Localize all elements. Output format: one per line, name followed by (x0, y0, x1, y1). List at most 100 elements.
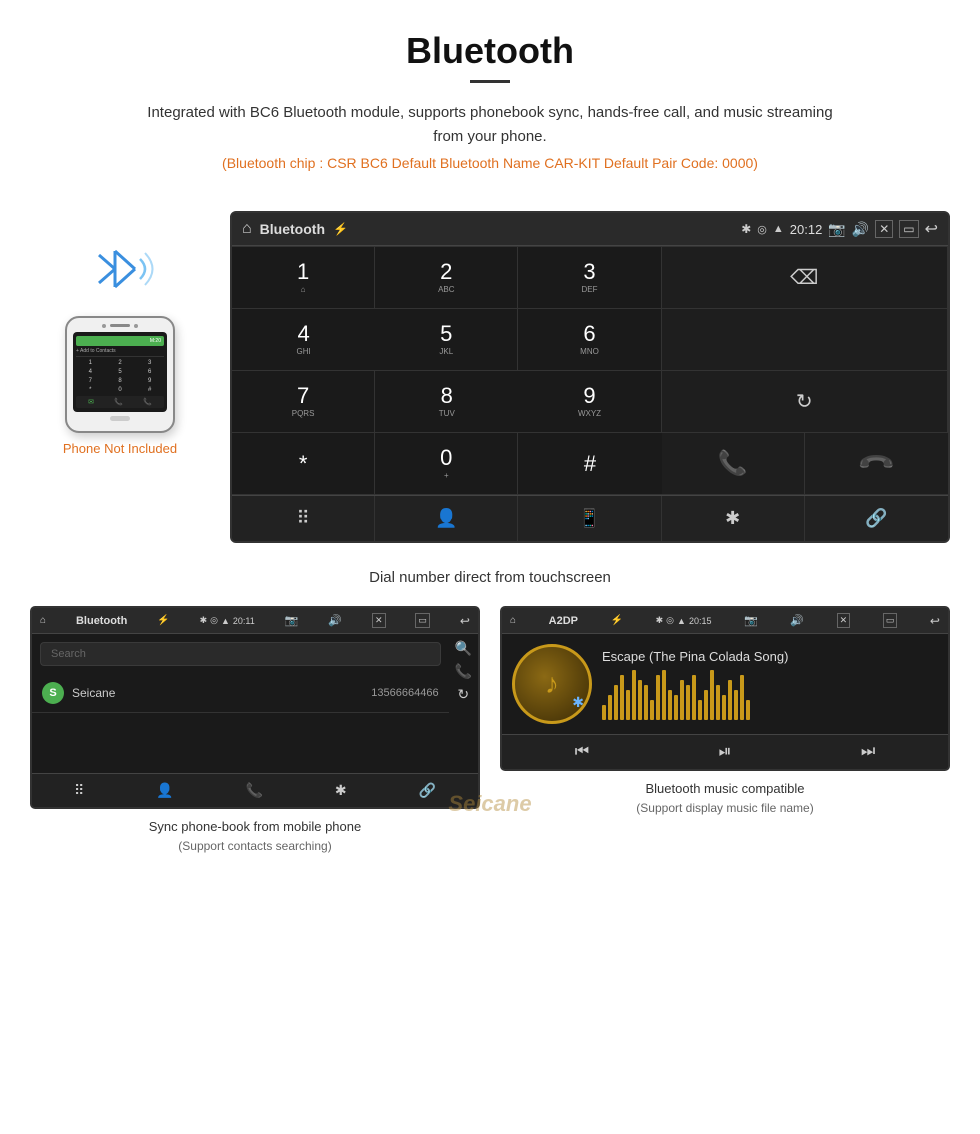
music-status-icons: ✱◎▲ 20:15 (656, 615, 712, 626)
contact-row[interactable]: S Seicane 13566664466 (32, 674, 449, 713)
bluetooth-specs: (Bluetooth chip : CSR BC6 Default Blueto… (20, 155, 960, 171)
phonebook-content: Search S Seicane 13566664466 🔍 📞 ↻ (32, 634, 478, 773)
contact-number: 13566664466 (371, 687, 438, 699)
phonebook-camera-icon[interactable]: 📷 (285, 614, 299, 627)
music-back-icon[interactable]: ↩ (930, 614, 940, 628)
contacts-tab[interactable]: 👤 (375, 496, 518, 541)
bottom-screenshots-wrapper: ⌂ Bluetooth ⚡ ✱◎▲ 20:11 📷 🔊 ✕ ▭ ↩ (0, 606, 980, 865)
music-home-icon[interactable]: ⌂ (510, 615, 516, 626)
calls-tab[interactable]: 📱 (518, 496, 661, 541)
title-underline (470, 80, 510, 83)
backspace-button[interactable]: ⌫ (790, 265, 818, 290)
pb-calls-icon[interactable]: 📞 (246, 782, 263, 799)
time-display: 20:12 (790, 222, 823, 237)
camera-icon[interactable]: 📷 (828, 221, 845, 238)
vis-bar (668, 690, 672, 720)
window-icon[interactable]: ▭ (899, 220, 918, 238)
dial-9[interactable]: 9 WXYZ (518, 371, 661, 433)
music-caption: Bluetooth music compatible (Support disp… (636, 779, 813, 817)
dial-5[interactable]: 5 JKL (375, 309, 518, 371)
phonebook-window-icon[interactable]: ▭ (415, 613, 430, 628)
next-track-button[interactable]: ⏭ (861, 743, 875, 761)
calls-icon: 📱 (578, 508, 600, 529)
phone-mockup: M:20 + Add to Contacts 123 456 789 *0# ✉… (65, 316, 175, 433)
music-title: A2DP (549, 615, 578, 627)
vis-bar (662, 670, 666, 720)
call-right-icon[interactable]: 📞 (455, 663, 472, 680)
phone-not-included-label: Phone Not Included (63, 441, 177, 456)
vis-bar (710, 670, 714, 720)
search-right-icon[interactable]: 🔍 (455, 640, 472, 657)
music-topbar: ⌂ A2DP ⚡ ✱◎▲ 20:15 📷 🔊 ✕ ▭ ↩ (502, 608, 948, 634)
call-button[interactable]: 📞 (662, 433, 805, 495)
music-screen: ⌂ A2DP ⚡ ✱◎▲ 20:15 📷 🔊 ✕ ▭ ↩ ♪ (500, 606, 950, 771)
phonebook-status-icons: ✱◎▲ 20:11 (200, 615, 255, 626)
vis-bar (626, 690, 630, 720)
phone-screen: M:20 + Add to Contacts 123 456 789 *0# ✉… (73, 332, 167, 412)
vis-bar (614, 685, 618, 720)
bluetooth-badge-icon: ✱ (572, 694, 584, 711)
dial-hash[interactable]: # (518, 433, 661, 495)
display-area-1: ⌫ (662, 247, 948, 309)
dial-2[interactable]: 2 ABC (375, 247, 518, 309)
vis-bar (650, 700, 654, 720)
search-bar[interactable]: Search (40, 642, 441, 666)
home-icon[interactable]: ⌂ (242, 220, 252, 238)
end-call-button[interactable]: 📞 (805, 433, 948, 495)
car-topbar: ⌂ Bluetooth ⚡ ✱ ◎ ▲ 20:12 📷 🔊 ✕ ▭ ↩ (232, 213, 948, 246)
music-note-icon: ♪ (545, 668, 559, 700)
pb-bluetooth-icon[interactable]: ✱ (335, 782, 347, 799)
link-tab[interactable]: 🔗 (805, 496, 948, 541)
vis-bar (746, 700, 750, 720)
volume-icon[interactable]: 🔊 (852, 221, 869, 238)
contacts-icon: 👤 (435, 508, 457, 529)
vis-bar (698, 700, 702, 720)
phonebook-container: ⌂ Bluetooth ⚡ ✱◎▲ 20:11 📷 🔊 ✕ ▭ ↩ (30, 606, 480, 855)
back-icon[interactable]: ↩ (925, 219, 938, 239)
close-icon[interactable]: ✕ (875, 220, 893, 238)
link-icon: 🔗 (865, 508, 887, 529)
dial-4[interactable]: 4 GHI (232, 309, 375, 371)
vis-bar (728, 680, 732, 720)
dial-3[interactable]: 3 DEF (518, 247, 661, 309)
contact-avatar: S (42, 682, 64, 704)
music-window-icon[interactable]: ▭ (883, 613, 898, 628)
dial-1[interactable]: 1 ⌂ (232, 247, 375, 309)
dial-6[interactable]: 6 MNO (518, 309, 661, 371)
car-bottom-toolbar: ⠿ 👤 📱 ✱ 🔗 (232, 495, 948, 541)
dial-8[interactable]: 8 TUV (375, 371, 518, 433)
pb-link-icon[interactable]: 🔗 (419, 782, 436, 799)
music-content: ♪ ✱ Escape (The Pina Colada Song) (502, 634, 948, 734)
music-controls: ⏮ ⏯ ⏭ (502, 734, 948, 769)
vis-bar (704, 690, 708, 720)
vis-bar (620, 675, 624, 720)
vis-bar (674, 695, 678, 720)
phonebook-close-icon[interactable]: ✕ (372, 613, 386, 628)
music-visualizer (602, 670, 938, 720)
dial-0[interactable]: 0 + (375, 433, 518, 495)
display-area-3: ↻ (662, 371, 948, 433)
signal-icon: ▲ (773, 223, 784, 235)
phonebook-caption: Sync phone-book from mobile phone (Suppo… (149, 817, 361, 855)
phonebook-back-icon[interactable]: ↩ (460, 614, 470, 628)
phonebook-title: Bluetooth (76, 615, 127, 627)
prev-track-button[interactable]: ⏮ (575, 743, 589, 761)
music-camera-icon[interactable]: 📷 (744, 614, 758, 627)
play-pause-button[interactable]: ⏯ (719, 743, 732, 761)
reload-right-icon[interactable]: ↻ (455, 686, 472, 703)
search-placeholder: Search (51, 648, 86, 660)
dialpad-tab[interactable]: ⠿ (232, 496, 375, 541)
music-volume-icon[interactable]: 🔊 (790, 614, 804, 627)
reload-button[interactable]: ↻ (796, 389, 813, 414)
phonebook-volume-icon[interactable]: 🔊 (328, 614, 342, 627)
bluetooth-tab[interactable]: ✱ (662, 496, 805, 541)
dial-star[interactable]: * (232, 433, 375, 495)
vis-bar (716, 685, 720, 720)
dial-7[interactable]: 7 PQRS (232, 371, 375, 433)
phonebook-home-icon[interactable]: ⌂ (40, 615, 46, 626)
bluetooth-icon (85, 241, 155, 306)
music-close-icon[interactable]: ✕ (837, 613, 851, 628)
usb-icon: ⚡ (333, 222, 348, 236)
pb-contacts-icon[interactable]: 👤 (156, 782, 173, 799)
pb-dialpad-icon[interactable]: ⠿ (74, 782, 84, 799)
